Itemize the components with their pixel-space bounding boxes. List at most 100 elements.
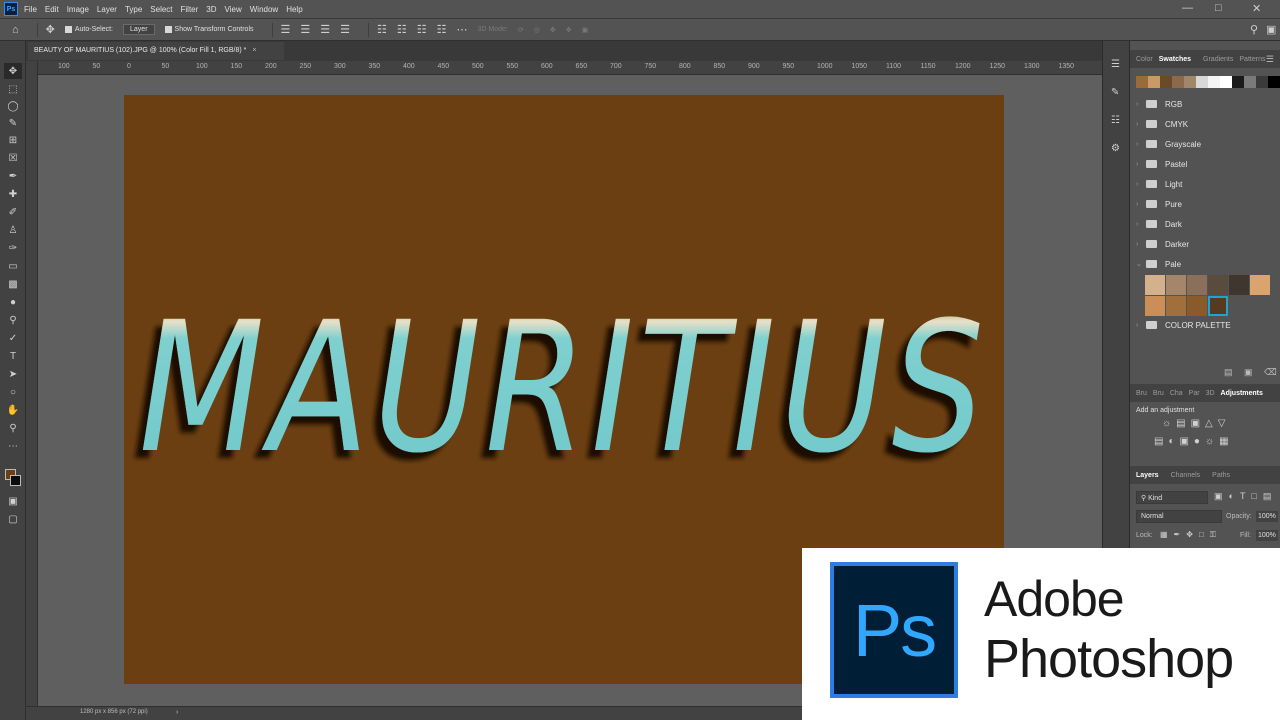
color-swatch[interactable] bbox=[1232, 76, 1244, 88]
adjust-panel-icon[interactable]: ⚙ bbox=[1111, 143, 1120, 154]
tab-layers[interactable]: Layers bbox=[1136, 472, 1159, 479]
folder-pastel[interactable]: › Pastel bbox=[1136, 155, 1187, 173]
healing-brush-tool-icon[interactable]: ✚ bbox=[4, 186, 22, 202]
color-swatch[interactable] bbox=[1172, 76, 1184, 88]
tab-paragraph[interactable]: Par bbox=[1189, 390, 1200, 397]
align-left-icon[interactable]: ☰ bbox=[281, 23, 291, 36]
color-swatch[interactable] bbox=[1184, 76, 1196, 88]
brush-tool-icon[interactable]: ✐ bbox=[4, 204, 22, 220]
search-icon[interactable]: ⚲ bbox=[1250, 23, 1258, 36]
pen-tool-icon[interactable]: ✓ bbox=[4, 330, 22, 346]
tab-channels[interactable]: Channels bbox=[1171, 472, 1201, 479]
color-swatch[interactable] bbox=[1136, 76, 1148, 88]
folder-color-palette[interactable]: › COLOR PALETTE bbox=[1136, 316, 1231, 334]
folder-darker[interactable]: › Darker bbox=[1136, 235, 1189, 253]
color-swatch[interactable] bbox=[1268, 76, 1280, 88]
type-tool-icon[interactable]: T bbox=[4, 348, 22, 364]
adjustment-icons-row-1[interactable]: ☼▤▣△▽ bbox=[1162, 418, 1230, 429]
background-color-swatch[interactable] bbox=[10, 475, 21, 486]
tab-color[interactable]: Color bbox=[1136, 56, 1153, 63]
folder-cmyk[interactable]: › CMYK bbox=[1136, 115, 1188, 133]
tab-paths[interactable]: Paths bbox=[1212, 472, 1230, 479]
crop-tool-icon[interactable]: ⊞ bbox=[4, 132, 22, 148]
close-tab-icon[interactable]: × bbox=[252, 47, 256, 54]
menu-help[interactable]: Help bbox=[286, 5, 302, 14]
path-selection-tool-icon[interactable]: ➤ bbox=[4, 366, 22, 382]
color-swatch[interactable] bbox=[1220, 76, 1232, 88]
color-swatch[interactable] bbox=[1256, 76, 1268, 88]
distribute-icon[interactable]: ☰ bbox=[340, 23, 350, 36]
blend-mode-dropdown[interactable]: Normal bbox=[1136, 510, 1222, 523]
pale-color-swatch[interactable] bbox=[1250, 275, 1270, 295]
folder-rgb[interactable]: › RGB bbox=[1136, 95, 1182, 113]
marquee-tool-icon[interactable]: ⬚ bbox=[4, 81, 22, 97]
minimize-icon[interactable]: — bbox=[1182, 2, 1193, 14]
menu-type[interactable]: Type bbox=[125, 5, 142, 14]
tab-swatches[interactable]: Swatches bbox=[1159, 56, 1191, 63]
3d-drag-icon[interactable]: ✥ bbox=[550, 26, 556, 34]
menu-edit[interactable]: Edit bbox=[45, 5, 59, 14]
pale-color-swatch[interactable] bbox=[1187, 275, 1207, 295]
align-right-icon[interactable]: ☰ bbox=[320, 23, 330, 36]
more-tools-icon[interactable]: ⋯ bbox=[4, 438, 22, 454]
fill-input[interactable]: 100% bbox=[1256, 530, 1278, 541]
shape-tool-icon[interactable]: ○ bbox=[4, 384, 22, 400]
pale-color-swatch[interactable] bbox=[1208, 296, 1228, 316]
new-swatch-icon[interactable]: ▣ bbox=[1244, 367, 1253, 378]
menu-image[interactable]: Image bbox=[67, 5, 89, 14]
tab-adjustments[interactable]: Adjustments bbox=[1221, 390, 1263, 397]
eraser-tool-icon[interactable]: ▭ bbox=[4, 258, 22, 274]
pale-color-swatch[interactable] bbox=[1145, 296, 1165, 316]
pale-color-swatch[interactable] bbox=[1166, 296, 1186, 316]
folder-dark[interactable]: › Dark bbox=[1136, 215, 1182, 233]
menu-window[interactable]: Window bbox=[250, 5, 278, 14]
tab-brush-settings[interactable]: Bru bbox=[1153, 390, 1164, 397]
show-transform-checkbox[interactable] bbox=[164, 26, 172, 33]
menu-filter[interactable]: Filter bbox=[181, 5, 199, 14]
align-bottom-icon[interactable]: ☷ bbox=[417, 23, 427, 36]
align-top-icon[interactable]: ☷ bbox=[377, 23, 387, 36]
tab-3d[interactable]: 3D bbox=[1206, 390, 1215, 397]
lasso-tool-icon[interactable]: ◯ bbox=[4, 98, 22, 114]
layer-select-dropdown[interactable]: Layer bbox=[123, 24, 155, 35]
color-swatch[interactable] bbox=[1244, 76, 1256, 88]
panel-menu-icon[interactable]: ☰ bbox=[1266, 54, 1274, 65]
folder-pure[interactable]: › Pure bbox=[1136, 195, 1182, 213]
layer-filter-icons[interactable]: ▣◐T□▤ bbox=[1214, 491, 1277, 502]
close-icon[interactable]: ✕ bbox=[1252, 2, 1261, 15]
align-middle-icon[interactable]: ☷ bbox=[397, 23, 407, 36]
workspace-icon[interactable]: ▣ bbox=[1266, 23, 1276, 36]
menu-file[interactable]: File bbox=[24, 5, 37, 14]
menu-view[interactable]: View bbox=[225, 5, 242, 14]
properties-panel-icon[interactable]: ✎ bbox=[1111, 87, 1119, 98]
quick-mask-icon[interactable]: ▣ bbox=[4, 493, 22, 509]
color-swatch[interactable] bbox=[1196, 76, 1208, 88]
home-icon[interactable]: ⌂ bbox=[12, 24, 19, 36]
move-tool-icon[interactable]: ✥ bbox=[4, 63, 22, 79]
color-swatch[interactable] bbox=[1160, 76, 1172, 88]
blur-tool-icon[interactable]: ● bbox=[4, 294, 22, 310]
screen-mode-icon[interactable]: ▢ bbox=[4, 511, 22, 527]
quick-select-tool-icon[interactable]: ✎ bbox=[4, 115, 22, 131]
align-center-icon[interactable]: ☰ bbox=[300, 23, 310, 36]
3d-scale-icon[interactable]: ▣ bbox=[582, 26, 589, 34]
tab-character[interactable]: Cha bbox=[1170, 390, 1183, 397]
gradient-tool-icon[interactable]: ▩ bbox=[4, 276, 22, 292]
status-arrow-icon[interactable]: › bbox=[176, 709, 178, 716]
auto-select-checkbox[interactable] bbox=[64, 26, 72, 33]
menu-3d[interactable]: 3D bbox=[206, 5, 216, 14]
document-tab[interactable]: BEAUTY OF MAURITIUS (102).JPG @ 100% (Co… bbox=[28, 42, 284, 60]
pale-color-swatch[interactable] bbox=[1229, 275, 1249, 295]
folder-light[interactable]: › Light bbox=[1136, 175, 1182, 193]
pale-color-swatch[interactable] bbox=[1208, 275, 1228, 295]
tab-brushes[interactable]: Bru bbox=[1136, 390, 1147, 397]
more-options-icon[interactable]: ⋯ bbox=[457, 23, 468, 36]
color-swatch[interactable] bbox=[1148, 76, 1160, 88]
eyedropper-tool-icon[interactable]: ✒ bbox=[4, 168, 22, 184]
pale-color-swatch[interactable] bbox=[1145, 275, 1165, 295]
frame-tool-icon[interactable]: ☒ bbox=[4, 150, 22, 166]
menu-layer[interactable]: Layer bbox=[97, 5, 117, 14]
tab-gradients[interactable]: Gradients bbox=[1203, 56, 1233, 63]
history-brush-tool-icon[interactable]: ✑ bbox=[4, 240, 22, 256]
distribute-vertical-icon[interactable]: ☷ bbox=[437, 23, 447, 36]
